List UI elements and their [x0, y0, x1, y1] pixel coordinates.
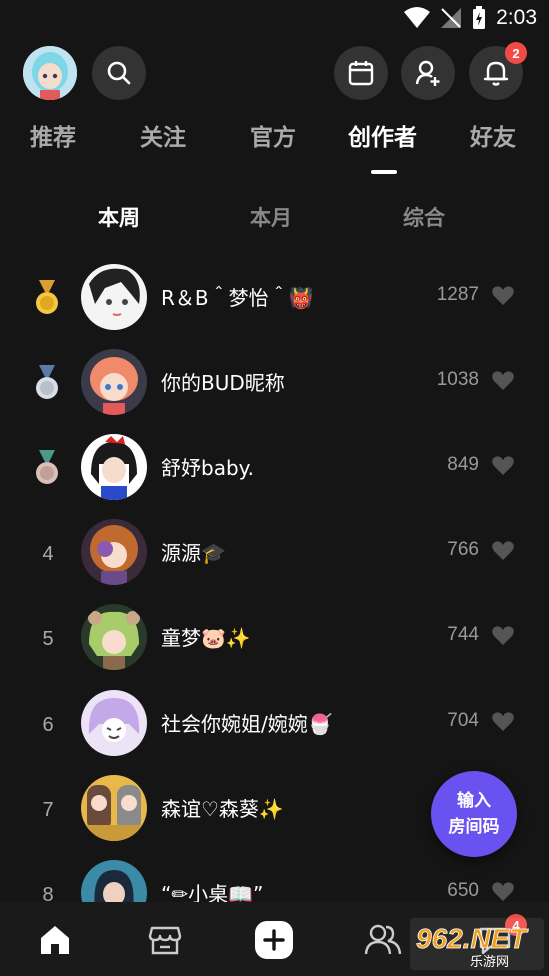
main-tabs: 推荐 关注 官方 创作者 好友	[0, 118, 549, 168]
fab-line2: 房间码	[448, 817, 500, 837]
heart-icon[interactable]	[491, 454, 515, 478]
avatar	[81, 775, 147, 841]
like-count: 650	[447, 880, 479, 901]
search-button[interactable]	[92, 46, 146, 100]
list-item[interactable]: 5 童梦🐷✨ 744	[0, 604, 549, 686]
status-bar: 2:03	[0, 0, 549, 40]
tab-indicator	[371, 170, 397, 174]
add-friend-button[interactable]	[401, 46, 455, 100]
list-item[interactable]: 你的BUD昵称 1038	[0, 349, 549, 431]
notification-button[interactable]: 2	[469, 42, 527, 100]
like-count: 766	[447, 539, 479, 560]
creator-name: 森谊♡森葵✨	[161, 797, 284, 821]
rank-number: 6	[42, 714, 54, 736]
tab-official[interactable]: 官方	[250, 118, 296, 152]
avatar	[81, 690, 147, 756]
bronze-medal-icon	[36, 450, 58, 484]
tab-following[interactable]: 关注	[140, 118, 186, 152]
tab-friends[interactable]: 好友	[470, 118, 516, 152]
wifi-icon	[404, 7, 431, 28]
watermark-subtext: 乐游网	[470, 955, 509, 970]
creator-name: R＆B＾梦怡＾👹	[161, 286, 314, 310]
creator-name: 舒妤baby.	[161, 456, 254, 480]
like-count: 1038	[436, 369, 479, 390]
subtab-this-month[interactable]: 本月	[250, 202, 292, 232]
creator-name: 社会你婉姐/婉婉🍧	[161, 712, 333, 736]
heart-icon[interactable]	[491, 880, 515, 904]
nav-store[interactable]	[145, 920, 185, 960]
subtab-this-week[interactable]: 本周	[98, 202, 140, 232]
friends-icon	[364, 924, 402, 955]
calendar-button[interactable]	[334, 46, 388, 100]
no-signal-icon	[441, 8, 462, 28]
avatar	[81, 349, 147, 415]
rank-number: 7	[42, 799, 54, 821]
rank-number: 5	[42, 628, 54, 650]
avatar	[81, 604, 147, 670]
list-item[interactable]: 4 源源🎓 766	[0, 519, 549, 601]
gold-medal-icon	[36, 280, 58, 314]
home-icon	[41, 926, 69, 954]
enter-room-code-button[interactable]: 输入 房间码	[431, 771, 517, 857]
calendar-icon	[348, 61, 374, 86]
avatar	[81, 434, 147, 500]
notification-badge: 2	[505, 42, 527, 64]
heart-icon[interactable]	[491, 624, 515, 648]
creator-name: 源源🎓	[161, 541, 226, 565]
status-icons: 2:03	[404, 6, 537, 30]
like-count: 1287	[436, 284, 479, 305]
nav-create[interactable]	[254, 920, 294, 960]
avatar-image	[23, 46, 77, 100]
store-icon	[148, 926, 182, 955]
site-watermark-logo: 962.NET 乐游网	[410, 918, 544, 970]
battery-charging-icon	[473, 6, 486, 29]
heart-icon[interactable]	[491, 710, 515, 734]
creator-name: 童梦🐷✨	[161, 626, 251, 650]
user-avatar[interactable]	[23, 46, 77, 100]
like-count: 744	[447, 624, 479, 645]
avatar	[81, 519, 147, 585]
like-count: 704	[447, 710, 479, 731]
nav-friends[interactable]	[363, 920, 403, 960]
add-user-icon	[415, 60, 440, 86]
rank-number: 4	[42, 543, 54, 565]
heart-icon[interactable]	[491, 539, 515, 563]
bell-icon	[483, 61, 509, 86]
plus-icon	[255, 921, 293, 959]
like-count: 849	[447, 454, 479, 475]
watermark-text: 962.NET	[416, 923, 529, 954]
tab-creators[interactable]: 创作者	[348, 118, 417, 152]
creator-name: 你的BUD昵称	[161, 371, 285, 395]
fab-line1: 输入	[457, 791, 491, 811]
status-time: 2:03	[496, 6, 537, 29]
nav-home[interactable]	[35, 920, 75, 960]
tab-recommend[interactable]: 推荐	[30, 118, 76, 152]
subtab-overall[interactable]: 综合	[403, 202, 445, 232]
list-item[interactable]: 舒妤baby. 849	[0, 434, 549, 516]
silver-medal-icon	[36, 365, 58, 399]
list-item[interactable]: R＆B＾梦怡＾👹 1287	[0, 264, 549, 346]
avatar	[81, 264, 147, 330]
search-icon	[107, 61, 131, 85]
heart-icon[interactable]	[491, 284, 515, 308]
heart-icon[interactable]	[491, 369, 515, 393]
list-item[interactable]: 6 社会你婉姐/婉婉🍧 704	[0, 690, 549, 772]
